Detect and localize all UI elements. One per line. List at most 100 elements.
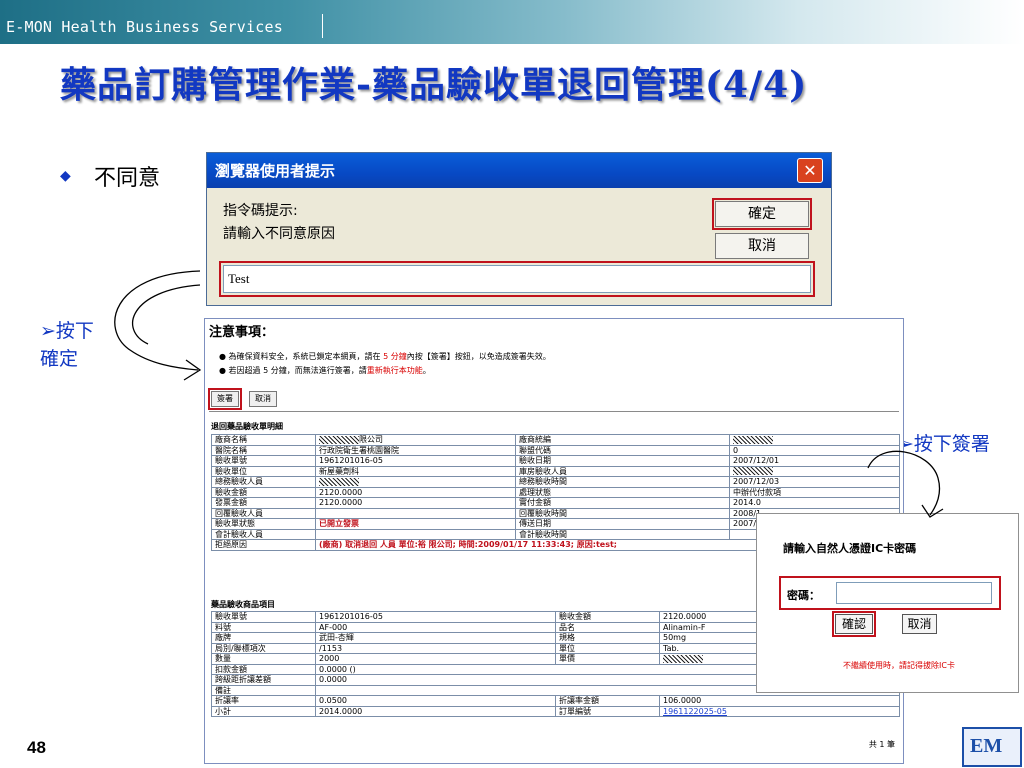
ic-confirm-button[interactable]: 確認 — [832, 611, 876, 637]
cell-label: 小計 — [211, 705, 316, 717]
cell-value: 中辦代付款項 — [729, 486, 900, 498]
left-curved-arrow-icon — [114, 270, 201, 371]
cell-label: 廠商統編 — [515, 434, 730, 446]
table-row: 驗收單位 新屋藥劑科 庫房驗收人員 — [211, 465, 900, 477]
cell-label: 品名 — [555, 621, 660, 633]
status-value: 已開立發票 — [315, 518, 516, 530]
ic-panel-title: 請輸入自然人憑證IC卡密碼 — [783, 542, 917, 555]
cell-value: 2000 — [315, 653, 556, 665]
cell-value — [315, 476, 516, 488]
cell-label: 驗收單號 — [211, 455, 316, 467]
sign-button[interactable]: 簽署 — [208, 388, 242, 410]
cell-value — [729, 434, 900, 446]
cell-label: 拒絕原因 — [211, 539, 316, 551]
password-group: 密碼： — [779, 576, 1001, 610]
notice-line1-text: ● 為確保資料安全，系統已鎖定本網頁，請在 — [219, 352, 384, 361]
cell-value: 0.0500 — [315, 695, 556, 707]
dialog-cancel-button[interactable]: 取消 — [715, 233, 809, 259]
record-count: 共 1 筆 — [868, 740, 895, 749]
cell-label: 發票金額 — [211, 497, 316, 509]
cell-label: 扣款金額 — [211, 663, 316, 675]
cell-value: 1961122025-05 — [659, 705, 900, 717]
cell-value: 1961201016-05 — [315, 611, 556, 623]
cell-label: 會計驗收時間 — [515, 528, 730, 540]
redacted-mark — [733, 435, 773, 444]
page-cancel-button[interactable]: 取消 — [249, 391, 277, 407]
reason-input[interactable]: Test — [219, 261, 815, 297]
bullet-diamond-icon: ◆ — [60, 168, 71, 184]
cell-value — [729, 465, 900, 477]
cell-label: 傳送日期 — [515, 518, 730, 530]
redacted-mark — [733, 467, 773, 476]
section-title-returned-details: 退回藥品驗收單明細 — [211, 422, 283, 431]
cell-value — [315, 528, 516, 540]
cell-value: 武田-杏輝 — [315, 632, 556, 644]
cell-label: 折讓率 — [211, 695, 316, 707]
cell-label: 處理狀態 — [515, 486, 730, 498]
cell-label: 驗收單號 — [211, 611, 316, 623]
table-row: 廠商名稱 限公司 廠商統編 — [211, 434, 900, 446]
dialog-message-line1: 指令碼提示: — [223, 203, 298, 219]
dialog-message-line2: 請輸入不同意原因 — [223, 226, 335, 242]
table-row: 發票金額 2120.0000 實付金額 2014.0 — [211, 497, 900, 509]
cell-label: 實付金額 — [515, 497, 730, 509]
cell-value: 限公司 — [315, 434, 516, 446]
cell-value: 106.0000 — [659, 695, 900, 707]
cell-label: 總務驗收時間 — [515, 476, 730, 488]
cell-label: 庫房驗收人員 — [515, 465, 730, 477]
cell-label: 跨級距折讓差額 — [211, 674, 316, 686]
cell-text: 限公司 — [359, 435, 383, 445]
cell-label: 回覆驗收人員 — [211, 507, 316, 519]
prompt-dialog: 瀏覽器使用者提示 ✕ 指令碼提示: 請輸入不同意原因 確定 取消 Test — [206, 152, 832, 306]
cell-label: 醫院名稱 — [211, 444, 316, 456]
cell-value: 2014.0 — [729, 497, 900, 509]
table-row: 醫院名稱 行政院衛生署桃園醫院 聯盟代碼 0 — [211, 444, 900, 456]
header-divider — [322, 14, 323, 38]
notice-line1-highlight: 5 分鐘 — [383, 352, 407, 361]
password-input[interactable] — [836, 582, 992, 604]
table-row: 小計 2014.0000 訂單編號 1961122025-05 — [211, 705, 900, 717]
close-icon[interactable]: ✕ — [797, 158, 823, 183]
cell-label: 備註 — [211, 684, 316, 696]
cell-label: 廠商名稱 — [211, 434, 316, 446]
password-label: 密碼： — [787, 589, 820, 602]
notice-line2-tail: 。 — [422, 366, 431, 375]
cell-value: 2014.0000 — [315, 705, 556, 717]
cell-label: 訂單編號 — [555, 705, 660, 717]
table-row: 總務驗收人員 總務驗收時間 2007/12/03 — [211, 476, 900, 488]
cell-value: 2120.0000 — [315, 486, 516, 498]
left-arrow-head-icon — [183, 359, 202, 381]
redacted-mark — [319, 477, 359, 486]
notice-heading: 注意事項： — [209, 325, 275, 340]
note-press-sign: ➢按下簽署 — [898, 433, 990, 455]
notice-line1-tail: 內按【簽署】按鈕，以免造成簽署失效。 — [406, 352, 551, 361]
cell-label: 規格 — [555, 632, 660, 644]
cell-label: 回覆驗收時間 — [515, 507, 730, 519]
cell-value: 2007/12/01 — [729, 455, 900, 467]
notice-line2: ● 若因超過 5 分鐘，而無法進行簽署，請重新執行本功能。 — [219, 365, 431, 376]
cell-value: 2120.0000 — [315, 497, 516, 509]
bullet-text: 不同意 — [94, 166, 161, 191]
cell-label: 驗收單位 — [211, 465, 316, 477]
company-name: E-MON Health Business Services — [6, 18, 283, 36]
cell-label: 單位 — [555, 642, 660, 654]
cell-label: 局別/聯標項次 — [211, 642, 316, 654]
cell-label: 廠牌 — [211, 632, 316, 644]
cell-label: 折讓率金額 — [555, 695, 660, 707]
company-logo: EM — [962, 727, 1022, 767]
ic-warning-text: 不繼續使用時，請記得拔除IC卡 — [843, 661, 955, 670]
table-row: 驗收單號 1961201016-05 驗收日期 2007/12/01 — [211, 455, 900, 467]
dialog-ok-button[interactable]: 確定 — [712, 198, 812, 230]
cell-value — [315, 507, 516, 519]
redacted-mark — [319, 435, 359, 444]
order-number-link[interactable]: 1961122025-05 — [663, 707, 727, 716]
section-title-items: 藥品驗收商品項目 — [211, 600, 275, 609]
notice-line1: ● 為確保資料安全，系統已鎖定本網頁，請在 5 分鐘內按【簽署】按鈕，以免造成簽… — [219, 351, 551, 362]
table-row: 折讓率 0.0500 折讓率金額 106.0000 — [211, 695, 900, 707]
ic-cancel-button[interactable]: 取消 — [902, 614, 937, 634]
cell-value: /1153 — [315, 642, 556, 654]
table-row: 驗收金額 2120.0000 處理狀態 中辦代付款項 — [211, 486, 900, 498]
cell-value: 0 — [729, 444, 900, 456]
cell-value: 1961201016-05 — [315, 455, 516, 467]
cell-label: 總務驗收人員 — [211, 476, 316, 488]
